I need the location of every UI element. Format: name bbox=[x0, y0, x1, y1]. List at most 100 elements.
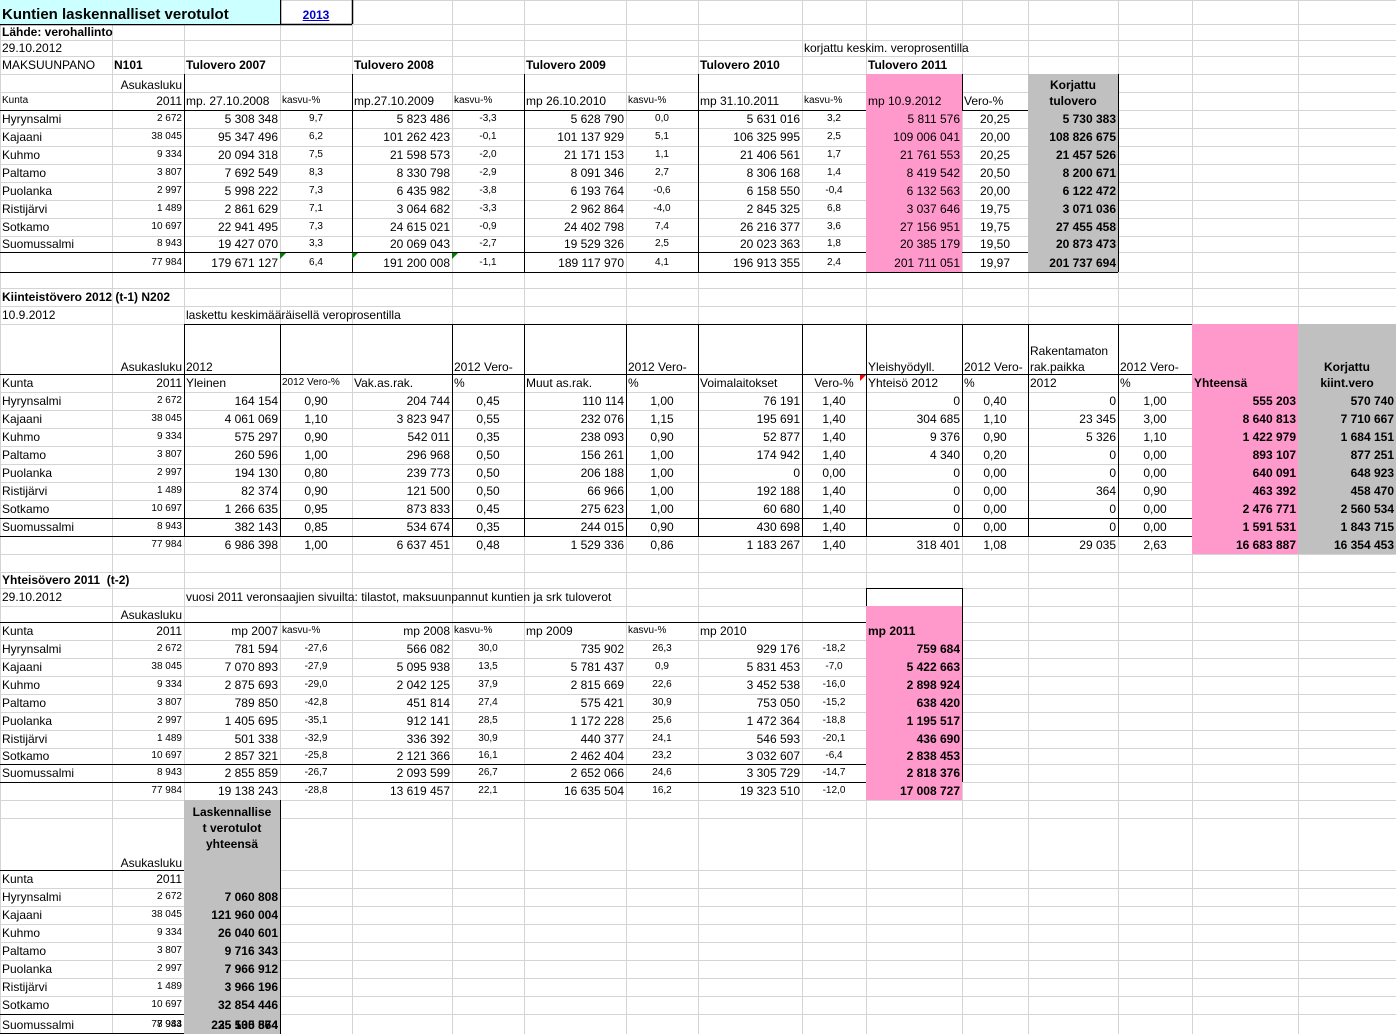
corporate-cell: 30,9 bbox=[652, 697, 672, 708]
property-cell: 0,50 bbox=[476, 484, 500, 498]
corporate-header-mp2: mp 2008 bbox=[403, 624, 450, 638]
property-cell: 1,00 bbox=[650, 466, 674, 480]
summary-header-asukas: Asukasluku 2011 bbox=[120, 856, 182, 886]
corporate-cell: 2 042 125 bbox=[396, 678, 450, 692]
property-cell: 304 685 bbox=[916, 412, 960, 426]
income-cell: 6,2 bbox=[309, 131, 323, 142]
municipality-name: Suomussalmi bbox=[2, 520, 75, 534]
property-cell: 0,40 bbox=[983, 394, 1007, 408]
corporate-cell: 2 857 321 bbox=[224, 749, 278, 763]
summary-cell: 7 060 808 bbox=[224, 890, 278, 904]
summary-cell: 3 966 196 bbox=[224, 980, 278, 994]
property-date: 10.9.2012 bbox=[2, 308, 56, 322]
summary-header-total: Laskennallise t verotulot yhteensä bbox=[192, 805, 272, 851]
correction-note: korjattu keskim. veroprosentilla bbox=[804, 41, 969, 55]
property-header-v6: 2012 Vero- % bbox=[1120, 360, 1179, 390]
property-header-v4: Vero-% bbox=[814, 376, 854, 390]
income-header-asukas: Asukasluku 2011 bbox=[120, 78, 182, 108]
property-cell: 1 843 715 bbox=[1340, 520, 1394, 534]
year-header: Tulovero 2011 bbox=[868, 58, 948, 72]
income-cell: 2 962 864 bbox=[570, 202, 624, 216]
corporate-cell: 13,5 bbox=[478, 661, 498, 672]
municipality-name: Puolanka bbox=[2, 962, 53, 976]
corporate-cell: -35,1 bbox=[304, 715, 328, 726]
income-cell: 5 631 016 bbox=[746, 112, 800, 126]
corporate-header-mp1: mp 2007 bbox=[231, 624, 278, 638]
income-cell: 5 823 486 bbox=[396, 112, 450, 126]
corporate-cell: -6,4 bbox=[825, 750, 843, 761]
corporate-cell: 3 305 729 bbox=[746, 766, 800, 780]
property-cell: 1,00 bbox=[650, 502, 674, 516]
income-cell: 27 156 951 bbox=[899, 220, 960, 234]
income-cell: 20 069 043 bbox=[389, 237, 450, 251]
property-cell: 0,90 bbox=[304, 430, 328, 444]
corporate-total-cell bbox=[0, 782, 112, 800]
property-cell: 0,50 bbox=[476, 466, 500, 480]
corporate-cell: -18,8 bbox=[822, 715, 846, 726]
income-cell: 20,00 bbox=[979, 184, 1011, 198]
corporate-cell: 2 855 859 bbox=[224, 766, 278, 780]
income-cell: 5 730 383 bbox=[1062, 112, 1116, 126]
corporate-cell: -26,7 bbox=[304, 767, 328, 778]
municipality-name: Paltamo bbox=[2, 696, 47, 710]
corporate-cell: 9 334 bbox=[156, 679, 182, 690]
property-header-voima: Voimalaitokset bbox=[700, 376, 778, 390]
income-cell: 6 132 563 bbox=[906, 184, 960, 198]
corporate-cell: 26,7 bbox=[478, 767, 498, 778]
corporate-cell: 2 997 bbox=[156, 715, 182, 726]
property-cell: 1,40 bbox=[822, 394, 846, 408]
income-cell: 6 158 550 bbox=[746, 184, 800, 198]
property-total-cell: 1 183 267 bbox=[746, 538, 800, 552]
property-cell: 0 bbox=[953, 484, 960, 498]
income-cell: 6 193 764 bbox=[570, 184, 624, 198]
income-cell: 8 306 168 bbox=[746, 166, 800, 180]
property-total-cell: 1,08 bbox=[983, 538, 1007, 552]
corporate-total-cell: 77 984 bbox=[151, 785, 182, 796]
property-cell: 60 680 bbox=[763, 502, 800, 516]
corporate-cell: 24,6 bbox=[652, 767, 672, 778]
corporate-cell: 1 472 364 bbox=[746, 714, 800, 728]
property-cell: 1,00 bbox=[1143, 394, 1167, 408]
year-link[interactable]: 2013 bbox=[280, 0, 352, 24]
income-cell: 101 137 929 bbox=[557, 130, 624, 144]
property-total-cell: 0,86 bbox=[650, 538, 674, 552]
summary-cell: 10 697 bbox=[151, 999, 182, 1010]
corporate-cell: 2 898 924 bbox=[906, 678, 960, 692]
corporate-cell: 0,9 bbox=[655, 661, 669, 672]
property-cell: 239 773 bbox=[406, 466, 450, 480]
income-header-mp4: mp 31.10.2011 bbox=[700, 94, 780, 108]
income-cell: 6 122 472 bbox=[1062, 184, 1116, 198]
property-cell: 23 345 bbox=[1079, 412, 1116, 426]
property-cell: 0,90 bbox=[1143, 484, 1167, 498]
income-cell: 21 406 561 bbox=[739, 148, 800, 162]
corporate-cell: 8 943 bbox=[156, 767, 182, 778]
corporate-cell: 2 875 693 bbox=[224, 678, 278, 692]
income-cell: 20 385 179 bbox=[899, 237, 960, 251]
income-cell: 6 435 982 bbox=[396, 184, 450, 198]
property-cell: 4 061 069 bbox=[224, 412, 278, 426]
property-cell: 382 143 bbox=[234, 520, 278, 534]
income-header-mp1: mp. 27.10.2008 bbox=[186, 94, 270, 108]
property-total-cell: 1,40 bbox=[822, 538, 846, 552]
property-total-cell: 6 637 451 bbox=[396, 538, 450, 552]
corporate-header-k2: kasvu-% bbox=[454, 625, 493, 636]
corporate-cell: 2 672 bbox=[156, 643, 182, 654]
corporate-cell: 575 421 bbox=[580, 696, 624, 710]
income-cell: 8 419 542 bbox=[906, 166, 960, 180]
property-total-cell: 1 529 336 bbox=[570, 538, 624, 552]
corporate-cell: 735 902 bbox=[580, 642, 624, 656]
income-cell: 8,3 bbox=[309, 167, 323, 178]
income-cell: 2 997 bbox=[156, 185, 182, 196]
income-cell: 0,0 bbox=[655, 113, 669, 124]
municipality-name: Kajaani bbox=[2, 908, 43, 922]
property-total-cell: 0,48 bbox=[476, 538, 500, 552]
corporate-cell: 912 141 bbox=[406, 714, 450, 728]
spreadsheet[interactable]: Kuntien laskennalliset verotulot 2013 Lähd… bbox=[0, 0, 1396, 1034]
income-total-cell: -1,1 bbox=[479, 257, 497, 268]
income-cell: -2,9 bbox=[479, 167, 497, 178]
summary-total-cell: 235 100 874 bbox=[211, 1018, 278, 1032]
corporate-header-k1: kasvu-% bbox=[282, 625, 321, 636]
municipality-name: Kajaani bbox=[2, 660, 43, 674]
income-cell: 1,4 bbox=[827, 167, 841, 178]
property-cell: 2 672 bbox=[156, 395, 182, 406]
